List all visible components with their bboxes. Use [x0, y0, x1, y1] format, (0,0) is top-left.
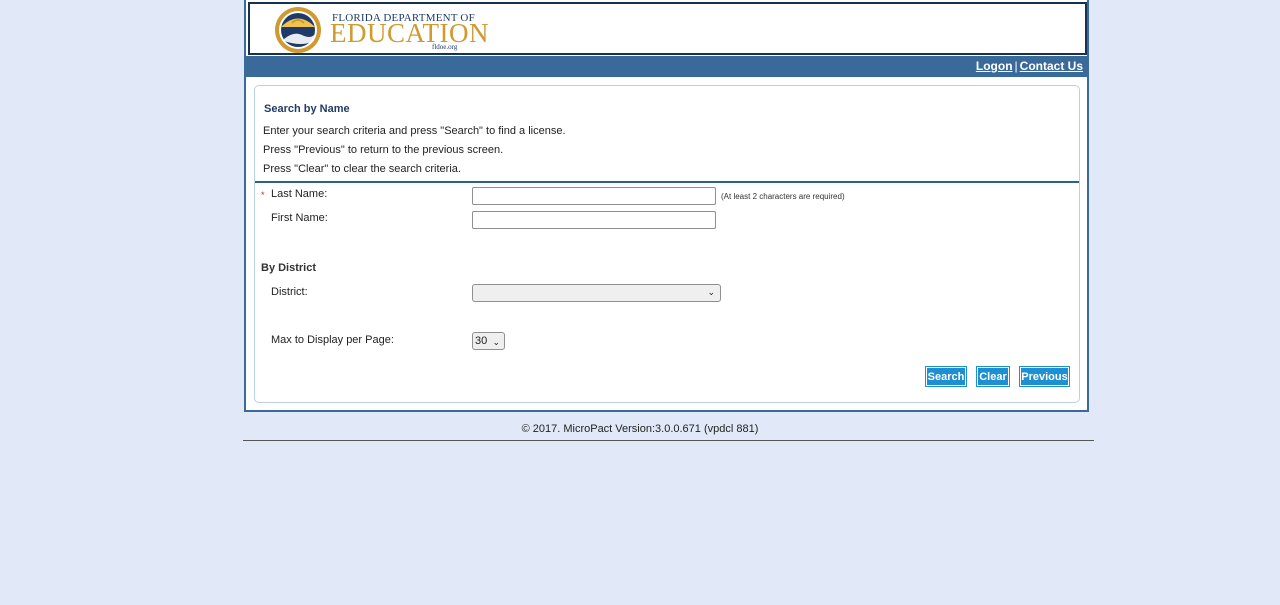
search-panel: Search by Name Enter your search criteri… [254, 85, 1080, 403]
first-name-label: First Name: [271, 212, 328, 224]
logo-text-main: EDUCATION [330, 18, 489, 48]
max-display-select[interactable]: 30 ⌄ [472, 332, 505, 350]
last-name-input[interactable] [472, 187, 716, 205]
chevron-down-icon: ⌄ [707, 287, 715, 297]
logo-text-url: fldoe.org [432, 43, 458, 51]
by-district-heading: By District [261, 262, 317, 274]
previous-button[interactable]: Previous [1019, 366, 1070, 387]
nav-separator: | [1014, 59, 1018, 73]
florida-seal-icon [275, 7, 321, 53]
search-button[interactable]: Search [925, 366, 967, 387]
panel-title: Search by Name [264, 103, 350, 115]
fldoe-logo[interactable]: FLORIDA DEPARTMENT OF EDUCATION fldoe.or… [272, 5, 489, 53]
max-display-value: 30 [475, 335, 488, 347]
main-frame: FLORIDA DEPARTMENT OF EDUCATION fldoe.or… [244, 0, 1089, 412]
chevron-down-icon: ⌄ [492, 337, 500, 347]
instruction-line: Press "Clear" to clear the search criter… [263, 163, 461, 175]
max-display-label: Max to Display per Page: [271, 334, 394, 346]
header: FLORIDA DEPARTMENT OF EDUCATION fldoe.or… [248, 2, 1087, 55]
required-marker: * [261, 190, 265, 200]
instruction-line: Press "Previous" to return to the previo… [263, 144, 504, 156]
last-name-label: Last Name: [271, 188, 328, 200]
logon-link[interactable]: Logon [976, 59, 1013, 73]
last-name-hint: (At least 2 characters are required) [721, 192, 845, 201]
footer-divider [243, 440, 1094, 441]
footer-copyright: © 2017. MicroPact Version:3.0.0.671 (vpd… [521, 423, 759, 435]
contact-us-link[interactable]: Contact Us [1020, 59, 1083, 73]
nav-bar: Logon | Contact Us [246, 56, 1087, 77]
section-divider [255, 181, 1079, 183]
district-select[interactable]: ⌄ [472, 284, 721, 302]
first-name-input[interactable] [472, 211, 716, 229]
district-label: District: [271, 286, 308, 298]
clear-button[interactable]: Clear [976, 366, 1010, 387]
instruction-line: Enter your search criteria and press "Se… [263, 125, 566, 137]
